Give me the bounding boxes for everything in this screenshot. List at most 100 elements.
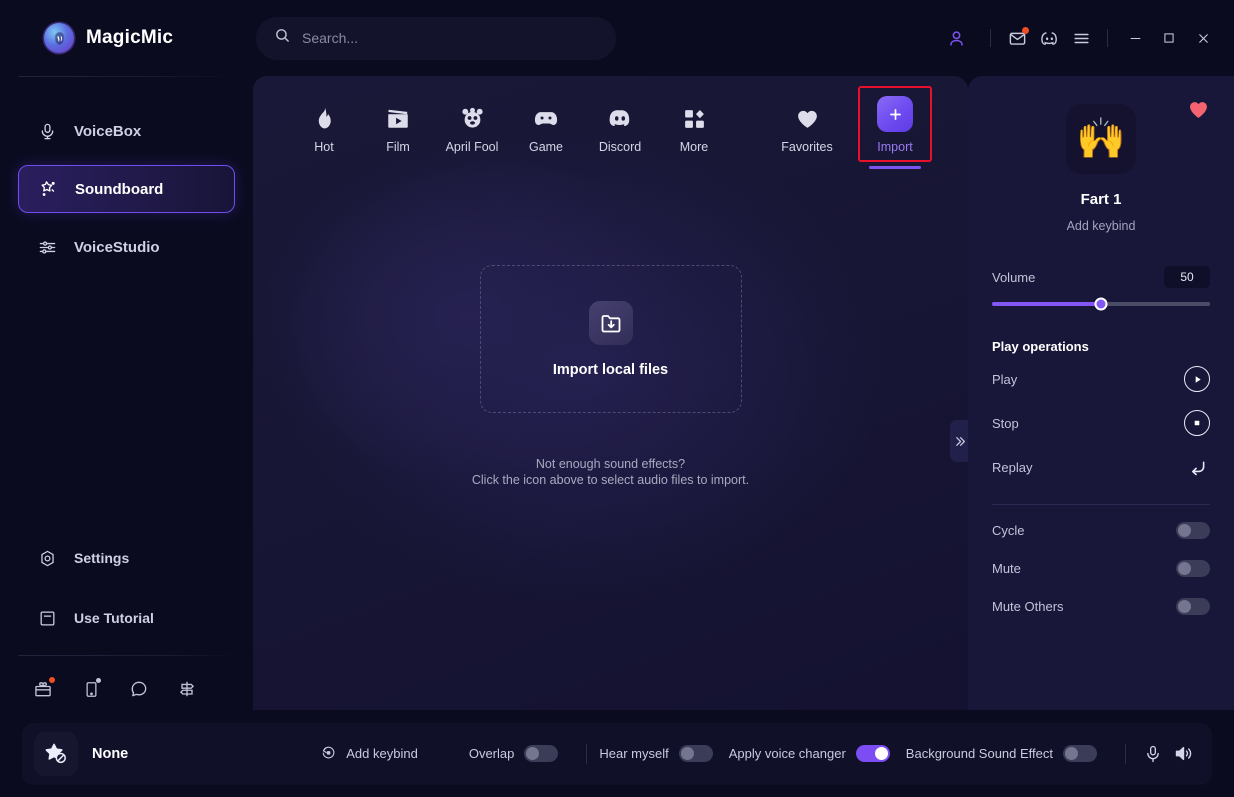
hear-myself-toggle[interactable] xyxy=(678,745,713,762)
toggle-knob xyxy=(1178,561,1191,575)
add-keybind-link[interactable]: Add keybind xyxy=(992,219,1210,233)
overlap-toggle[interactable] xyxy=(524,745,559,762)
discord-icon xyxy=(606,98,634,132)
operation-label: Play xyxy=(992,371,1018,387)
tab-april-fool[interactable]: April Fool xyxy=(435,94,509,154)
volume-slider[interactable] xyxy=(992,297,1210,311)
tab-label: Film xyxy=(386,140,410,154)
magic-wand-star-icon xyxy=(37,179,59,199)
titlebar-actions xyxy=(940,22,1234,54)
operation-row-play: Play xyxy=(992,360,1210,398)
switch-label: Apply voice changer xyxy=(728,746,846,761)
sliders-icon xyxy=(36,238,58,257)
mute-toggle[interactable] xyxy=(1176,559,1210,577)
import-drop-zone[interactable]: Import local files xyxy=(479,265,742,413)
tab-discord[interactable]: Discord xyxy=(583,94,657,154)
bottom-bar: None Add keybind Overlap Hear myself App… xyxy=(0,710,1234,797)
toggle-knob xyxy=(526,747,540,760)
chat-bubble-icon[interactable] xyxy=(128,678,150,700)
flame-icon xyxy=(312,98,337,132)
replay-arrow-icon[interactable] xyxy=(1184,454,1210,480)
sidebar-item-voicebox[interactable]: VoiceBox xyxy=(18,107,235,155)
divider xyxy=(1107,29,1108,47)
toggle-knob xyxy=(1178,599,1191,613)
mute-others-toggle[interactable] xyxy=(1176,597,1210,615)
import-hint: Not enough sound effects? Click the icon… xyxy=(472,457,749,488)
sidebar-item-settings[interactable]: Settings xyxy=(18,535,235,581)
tab-favorites[interactable]: Favorites xyxy=(770,94,844,154)
avatar-emoji: 🙌 xyxy=(1076,117,1126,161)
toggle-label: Mute xyxy=(992,560,1021,576)
import-hint-line-2: Click the icon above to select audio fil… xyxy=(471,472,750,487)
search-box[interactable] xyxy=(256,16,616,60)
tab-label: Game xyxy=(528,140,564,154)
volume-slider-thumb[interactable] xyxy=(1094,297,1108,311)
toggle-row-cycle: Cycle xyxy=(992,511,1210,549)
operation-row-stop: Stop xyxy=(992,404,1210,442)
speaker-icon[interactable] xyxy=(1168,739,1198,769)
sidebar-link-label: Use Tutorial xyxy=(74,610,154,626)
operation-row-replay: Replay xyxy=(992,448,1210,486)
sidebar-item-voicestudio[interactable]: VoiceStudio xyxy=(18,223,235,271)
tab-more[interactable]: More xyxy=(657,94,731,154)
stop-icon[interactable] xyxy=(1184,410,1210,436)
tab-game[interactable]: Game xyxy=(509,94,583,154)
toggle-label: Mute Others xyxy=(992,598,1064,614)
switch-apply-voice-changer: Apply voice changer xyxy=(729,745,890,762)
tab-film[interactable]: Film xyxy=(361,94,435,154)
current-voice-chip[interactable]: None xyxy=(34,731,128,776)
search-icon xyxy=(274,27,291,49)
play-icon[interactable] xyxy=(1184,366,1210,392)
background-sound-effect-toggle[interactable] xyxy=(1063,745,1097,762)
add-keybind-button[interactable]: Add keybind xyxy=(320,744,418,764)
heart-filled-icon[interactable] xyxy=(1187,98,1210,126)
divider xyxy=(586,743,588,764)
sidebar-item-soundboard[interactable]: Soundboard xyxy=(18,165,235,213)
gift-box-icon[interactable] xyxy=(32,677,55,700)
main-content: Import local files Not enough sound effe… xyxy=(253,172,968,710)
feedback-icon[interactable] xyxy=(176,678,198,700)
app-body: VoiceBox Soundboard VoiceStudio Settings… xyxy=(0,76,1234,710)
sidebar-item-use-tutorial[interactable]: Use Tutorial xyxy=(18,595,235,641)
mobile-device-icon[interactable] xyxy=(80,678,102,700)
play-operations-title: Play operations xyxy=(992,339,1089,354)
tab-hot[interactable]: Hot xyxy=(287,94,361,154)
hamburger-menu-icon[interactable] xyxy=(1065,22,1097,54)
close-icon[interactable] xyxy=(1186,22,1220,54)
switch-overlap: Overlap xyxy=(469,745,559,762)
book-icon xyxy=(36,609,58,628)
import-hint-line-1: Not enough sound effects? xyxy=(535,457,686,471)
gamepad-icon xyxy=(532,98,560,132)
apply-voice-changer-toggle[interactable] xyxy=(855,745,890,762)
clapperboard-icon xyxy=(385,98,411,132)
switch-label: Overlap xyxy=(468,746,515,761)
toggle-knob xyxy=(1178,523,1191,537)
tab-import[interactable]: Import xyxy=(858,86,932,169)
status-dot xyxy=(96,678,101,683)
add-keybind-label: Add keybind xyxy=(346,746,418,761)
switch-background-sound-effect: Background Sound Effect xyxy=(906,745,1097,762)
main-panel: Hot Film April Fool Game Discord More Fa… xyxy=(253,76,968,710)
microphone-icon[interactable] xyxy=(1138,739,1168,769)
maximize-icon[interactable] xyxy=(1152,22,1186,54)
category-tabs: Hot Film April Fool Game Discord More Fa… xyxy=(253,76,968,172)
search-input[interactable] xyxy=(302,30,598,46)
discord-icon[interactable] xyxy=(1033,22,1065,54)
sidebar: VoiceBox Soundboard VoiceStudio Settings… xyxy=(0,76,253,710)
mail-envelope-icon[interactable] xyxy=(1001,22,1033,54)
sound-detail-panel: 🙌 Fart 1 Add keybind Volume 50 Play oper… xyxy=(968,76,1234,710)
notification-badge xyxy=(49,677,55,683)
chevron-double-right-icon[interactable] xyxy=(950,420,968,462)
minimize-icon[interactable] xyxy=(1118,22,1152,54)
sidebar-divider xyxy=(18,76,235,77)
user-account-icon[interactable] xyxy=(940,22,972,54)
sidebar-item-label: VoiceBox xyxy=(74,122,142,140)
notification-badge xyxy=(1022,27,1029,34)
cycle-toggle[interactable] xyxy=(1176,521,1210,539)
tab-label: Favorites xyxy=(781,140,833,154)
volume-value[interactable]: 50 xyxy=(1164,266,1210,288)
toggle-knob xyxy=(874,747,888,760)
drop-zone-title: Import local files xyxy=(552,361,669,378)
gear-icon xyxy=(36,549,58,568)
toggle-knob xyxy=(680,747,694,760)
